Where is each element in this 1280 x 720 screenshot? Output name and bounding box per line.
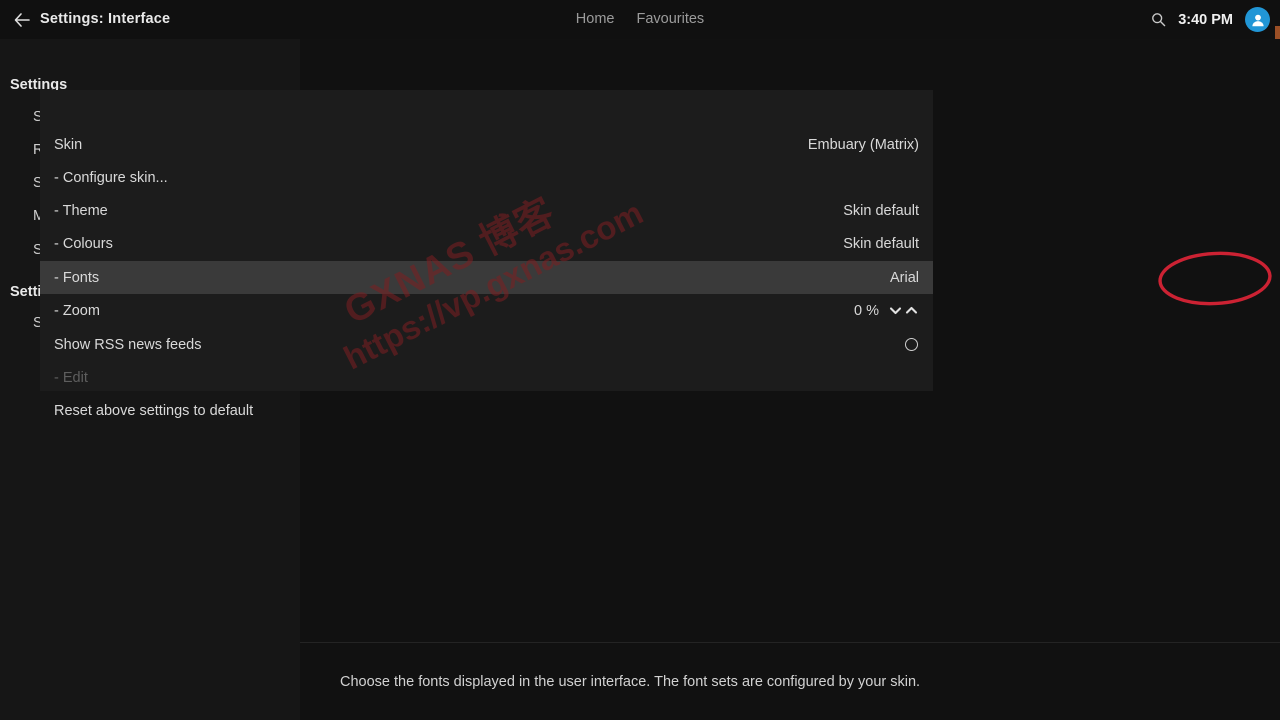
row-value: 0 % [854,303,879,319]
page-title: Settings: Interface [40,0,170,39]
row-label: - Theme [54,203,108,219]
arrow-left-icon[interactable] [13,11,31,29]
row-label: - Edit [54,370,88,386]
chevron-down-icon [888,303,903,318]
table-row[interactable]: Reset above settings to default [40,394,933,427]
table-row[interactable]: Skin Embuary (Matrix) [40,128,933,161]
row-label: Reset above settings to default [54,403,253,419]
row-value-fonts[interactable]: Arial [890,270,919,286]
zoom-stepper[interactable]: 0 % [854,303,919,319]
top-navigation: Home Favourites [576,0,704,39]
row-value[interactable]: Skin default [843,203,919,219]
row-label: - Configure skin... [54,170,168,186]
row-value[interactable]: Embuary (Matrix) [808,137,919,153]
setting-description: Choose the fonts displayed in the user i… [340,674,920,690]
top-bar: Settings: Interface Home Favourites 3:40… [0,0,1280,39]
row-label: Skin [54,137,82,153]
user-avatar-icon[interactable] [1245,7,1270,32]
row-label: - Zoom [54,303,100,319]
table-row[interactable]: - Colours Skin default [40,227,933,260]
description-divider [300,642,1280,643]
table-row[interactable]: Show RSS news feeds [40,328,933,361]
table-row[interactable]: - Configure skin... [40,161,933,194]
table-row[interactable]: - Zoom 0 % [40,294,933,327]
settings-list: Skin Embuary (Matrix) - Configure skin..… [40,90,933,391]
table-row-selected-fonts[interactable]: - Fonts Arial [40,261,933,294]
chevron-up-icon [904,303,919,318]
clock: 3:40 PM [1178,12,1233,28]
row-label: - Fonts [54,270,99,286]
search-icon[interactable] [1151,12,1166,27]
table-row-disabled: - Edit [40,361,933,394]
row-label: - Colours [54,236,113,252]
rss-toggle-off-icon[interactable] [905,338,918,351]
row-value[interactable]: Skin default [843,236,919,252]
nav-item-home[interactable]: Home [576,0,615,39]
row-label: Show RSS news feeds [54,337,202,353]
table-row[interactable]: - Theme Skin default [40,194,933,227]
top-bar-right: 3:40 PM [1151,0,1270,39]
nav-item-favourites[interactable]: Favourites [636,0,704,39]
stepper-arrows[interactable] [888,303,919,318]
